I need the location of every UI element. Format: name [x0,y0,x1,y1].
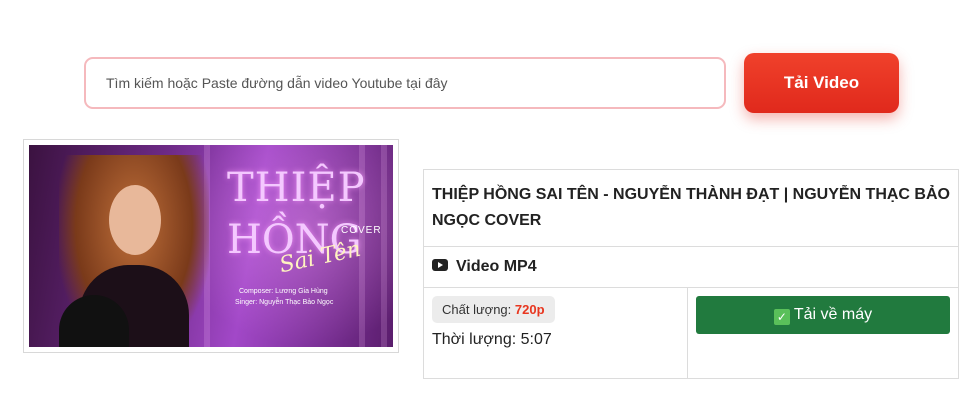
video-thumbnail: THIỆP HỒNG COVER Sai Tên Composer: Lương… [29,145,393,347]
thumbnail-singer: Singer: Nguyễn Thạc Bảo Ngọc [235,299,334,306]
search-input[interactable] [84,57,726,109]
quality-value: 720p [514,302,545,317]
check-icon: ✓ [773,308,790,325]
video-meta-cell: Chất lượng: 720p Thời lượng: 5:07 [423,287,688,379]
save-to-device-button[interactable]: ✓ Tải về máy [696,296,950,334]
quality-badge: Chất lượng: 720p [432,296,555,323]
video-info-table: THIỆP HỒNG SAI TÊN - NGUYỄN THÀNH ĐẠT | … [423,169,959,379]
youtube-icon [432,258,448,276]
thumbnail-title-line1: THIỆP [227,165,366,211]
video-thumbnail-frame: THIỆP HỒNG COVER Sai Tên Composer: Lương… [23,139,399,353]
download-video-button[interactable]: Tải Video [744,53,899,113]
singer-image [59,155,209,347]
quality-label: Chất lượng: [442,302,512,317]
thumbnail-composer: Composer: Lương Gia Hùng [239,288,328,295]
video-title: THIỆP HỒNG SAI TÊN - NGUYỄN THÀNH ĐẠT | … [423,169,959,247]
video-format-row: Video MP4 [423,246,959,288]
thumbnail-cover-tag: COVER [341,225,382,236]
duration-text: Thời lượng: 5:07 [432,331,552,348]
video-action-cell: ✓ Tải về máy [687,287,959,379]
format-label: Video MP4 [456,258,537,276]
save-button-label: Tải về máy [793,305,873,323]
